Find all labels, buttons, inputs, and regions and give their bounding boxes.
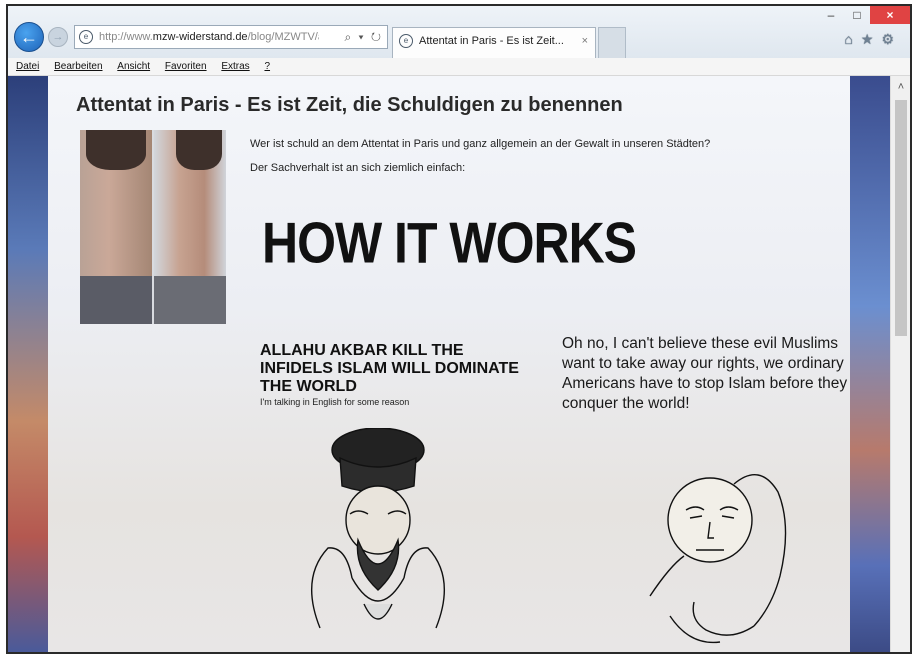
- menu-bar: Datei Bearbeiten Ansicht Favoriten Extra…: [8, 58, 910, 76]
- scroll-up-icon[interactable]: ˄: [894, 80, 908, 94]
- intro-paragraph-1: Wer ist schuld an dem Attentat in Paris …: [250, 138, 711, 150]
- url-path: /blog/MZWTV/at: [247, 31, 319, 43]
- left-aside-text: I'm talking in English for some reason: [260, 397, 410, 407]
- intro-paragraph-2: Der Sachverhalt ist an sich ziemlich ein…: [250, 162, 466, 174]
- back-arrow-icon: ←: [20, 27, 38, 47]
- home-icon[interactable]: ⌂: [844, 31, 860, 47]
- page-title: Attentat in Paris - Es ist Zeit, die Sch…: [76, 94, 623, 116]
- back-button[interactable]: ←: [14, 22, 44, 52]
- hair-left: [86, 130, 146, 170]
- scroll-thumb[interactable]: [895, 100, 907, 336]
- menu-item-bearbeiten[interactable]: Bearbeiten: [54, 58, 102, 76]
- cartoon-figure-right: [649, 474, 787, 644]
- background-bokeh-left: [8, 76, 48, 652]
- url-prefix: http://www.: [99, 31, 153, 43]
- menu-item-help[interactable]: ?: [264, 58, 270, 76]
- site-globe-icon: e: [79, 30, 93, 44]
- tab-active[interactable]: e Attentat in Paris - Es ist Zeit... ×: [392, 27, 596, 58]
- menu-item-datei[interactable]: Datei: [16, 58, 39, 76]
- shirt-left: [80, 276, 152, 324]
- browser-window: ← → e http://www.mzw-widerstand.de/blog/…: [6, 4, 912, 654]
- tab-globe-icon: e: [399, 34, 413, 48]
- hair-right: [176, 130, 222, 170]
- menu-item-favoriten[interactable]: Favoriten: [165, 58, 207, 76]
- minimize-button[interactable]: –: [818, 6, 844, 24]
- vertical-scrollbar[interactable]: ˄: [890, 76, 910, 652]
- toolbar-icons: ⌂★⚙: [844, 31, 902, 48]
- comic-right-speech: Oh no, I can't believe these evil Muslim…: [562, 335, 848, 412]
- new-tab-button[interactable]: [598, 27, 626, 58]
- maximize-button[interactable]: □: [844, 6, 870, 24]
- page-viewport: Attentat in Paris - Es ist Zeit, die Sch…: [8, 76, 890, 652]
- address-bar[interactable]: e http://www.mzw-widerstand.de/blog/MZWT…: [74, 25, 388, 49]
- menu-item-extras[interactable]: Extras: [221, 58, 249, 76]
- url-domain: mzw-widerstand.de: [152, 31, 248, 43]
- forward-arrow-icon: →: [52, 31, 64, 43]
- favorites-star-icon[interactable]: ★: [861, 31, 882, 47]
- cartoon-figure-left: [310, 428, 446, 629]
- close-window-button[interactable]: ×: [870, 6, 910, 24]
- url-text[interactable]: http://www.mzw-widerstand.de/blog/MZWTV/…: [99, 26, 319, 48]
- comic-left-speech: ALLAHU AKBAR KILL THE INFIDELS ISLAM WIL…: [260, 342, 530, 407]
- shirt-right: [154, 276, 226, 324]
- browser-titlebar: ← → e http://www.mzw-widerstand.de/blog/…: [8, 6, 910, 58]
- left-shout-text: ALLAHU AKBAR KILL THE INFIDELS ISLAM WIL…: [260, 342, 519, 395]
- tab-close-icon[interactable]: ×: [582, 28, 588, 54]
- background-bokeh-right: [850, 76, 890, 652]
- search-refresh-icons[interactable]: ⌕ ▾ ↻: [344, 26, 383, 48]
- window-controls: – □ ×: [818, 6, 910, 24]
- menu-item-ansicht[interactable]: Ansicht: [117, 58, 150, 76]
- article-content: Attentat in Paris - Es ist Zeit, die Sch…: [48, 76, 850, 652]
- forward-button[interactable]: →: [48, 27, 68, 47]
- settings-gear-icon[interactable]: ⚙: [881, 31, 902, 47]
- tab-title: Attentat in Paris - Es ist Zeit...: [419, 35, 564, 47]
- comic-headline: HOW IT WORKS: [261, 210, 637, 276]
